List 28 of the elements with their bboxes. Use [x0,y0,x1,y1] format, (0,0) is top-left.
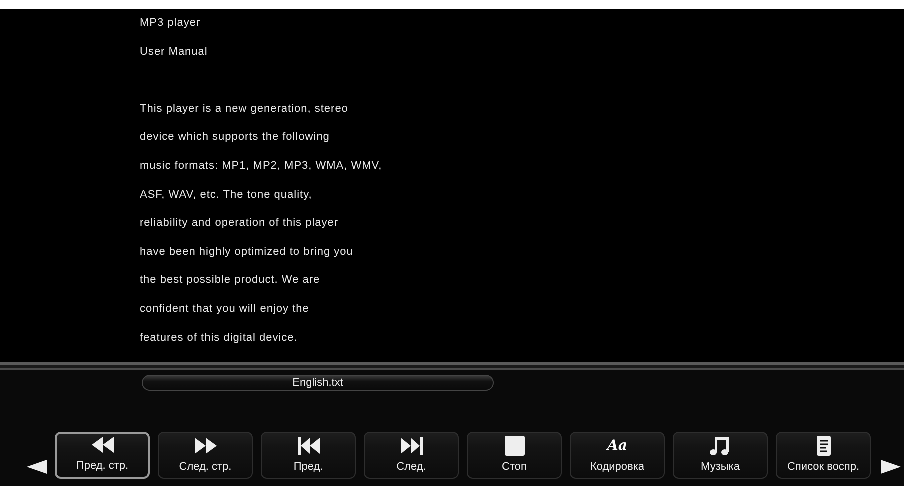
document-text-line: ASF, WAV, etc. The tone quality, [140,188,312,203]
toolbar-button[interactable]: Пред. [261,432,356,479]
toolbar-button[interactable]: След. [364,432,459,479]
stop-icon [502,435,526,457]
font-glyph-icon: Aa [608,435,628,457]
fast-forward-icon [194,435,218,457]
skip-back-icon [296,435,320,457]
document-text-line: User Manual [140,44,208,60]
toolbar-button[interactable]: Список воспр. [776,432,871,479]
document-text-line: have been highly optimized to bring you [140,244,354,260]
document-text-line: reliability and operation of this player [140,216,339,232]
toolbar-button[interactable]: Стоп [467,432,562,479]
scroll-right-icon[interactable] [879,459,903,475]
document-text-line: MP3 player [140,16,201,31]
file-name-bar: English.txt [142,375,494,391]
skip-forward-icon [400,435,424,457]
document-text-line: the best possible product. We are [140,273,320,288]
toolbar-button[interactable]: Пред. стр. [55,432,150,479]
toolbar-button[interactable]: Aa Кодировка [570,432,665,479]
document-text-line: confident that you will enjoy the [140,302,310,317]
document-text-line: music formats: MP1, MP2, MP3, WMA, WMV, [140,158,382,174]
scroll-left-icon[interactable] [25,459,49,475]
document-text-line: This player is a new generation, stereo [140,102,348,117]
document-text-line: features of this digital device. [140,330,298,346]
toolbar-button[interactable]: Музыка [673,432,768,479]
rewind-icon [90,434,114,456]
toolbar-button[interactable]: След. стр. [158,432,253,479]
document-text-line: device which supports the following [140,130,330,146]
